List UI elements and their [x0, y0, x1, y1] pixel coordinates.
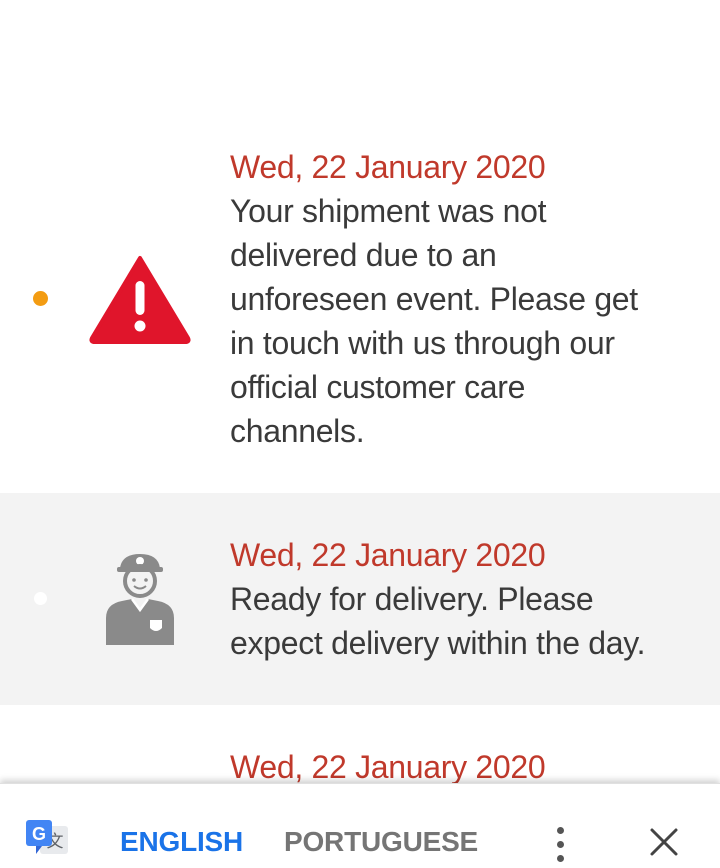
event-description-line: Ready for delivery. Please [230, 581, 594, 617]
event-description-line: in touch with us through our [230, 325, 615, 361]
google-translate-icon: 文 G [26, 820, 68, 854]
tab-portuguese[interactable]: PORTUGUESE [284, 824, 478, 860]
event-description-line: unforeseen event. Please get [230, 281, 638, 317]
warning-icon [89, 256, 191, 344]
svg-text:G: G [32, 824, 46, 844]
timeline-dot [34, 592, 47, 605]
translate-bar: 文 G ENGLISH PORTUGUESE [0, 783, 720, 868]
event-description-line: Your shipment was not [230, 193, 547, 229]
event-date: Wed, 22 January 2020 [230, 537, 546, 573]
close-icon[interactable] [646, 824, 682, 860]
timeline-dot-active [33, 291, 48, 306]
timeline-event-failed-delivery: Wed, 22 January 2020 Your shipment was n… [0, 0, 720, 493]
event-text: Wed, 22 January 2020 Your shipment was n… [230, 145, 670, 453]
courier-icon [106, 554, 174, 645]
more-vert-icon[interactable] [548, 824, 572, 864]
event-description-line: expect delivery within the day. [230, 625, 646, 661]
event-text: Wed, 22 January 2020 Ready for delivery.… [230, 533, 700, 665]
event-description-line: delivered due to an [230, 237, 497, 273]
tab-english[interactable]: ENGLISH [120, 824, 243, 860]
tracking-screen: Wed, 22 January 2020 Your shipment was n… [0, 0, 720, 868]
event-description-line: official customer care [230, 369, 526, 405]
event-description-line: channels. [230, 413, 365, 449]
event-date: Wed, 22 January 2020 [230, 149, 546, 185]
